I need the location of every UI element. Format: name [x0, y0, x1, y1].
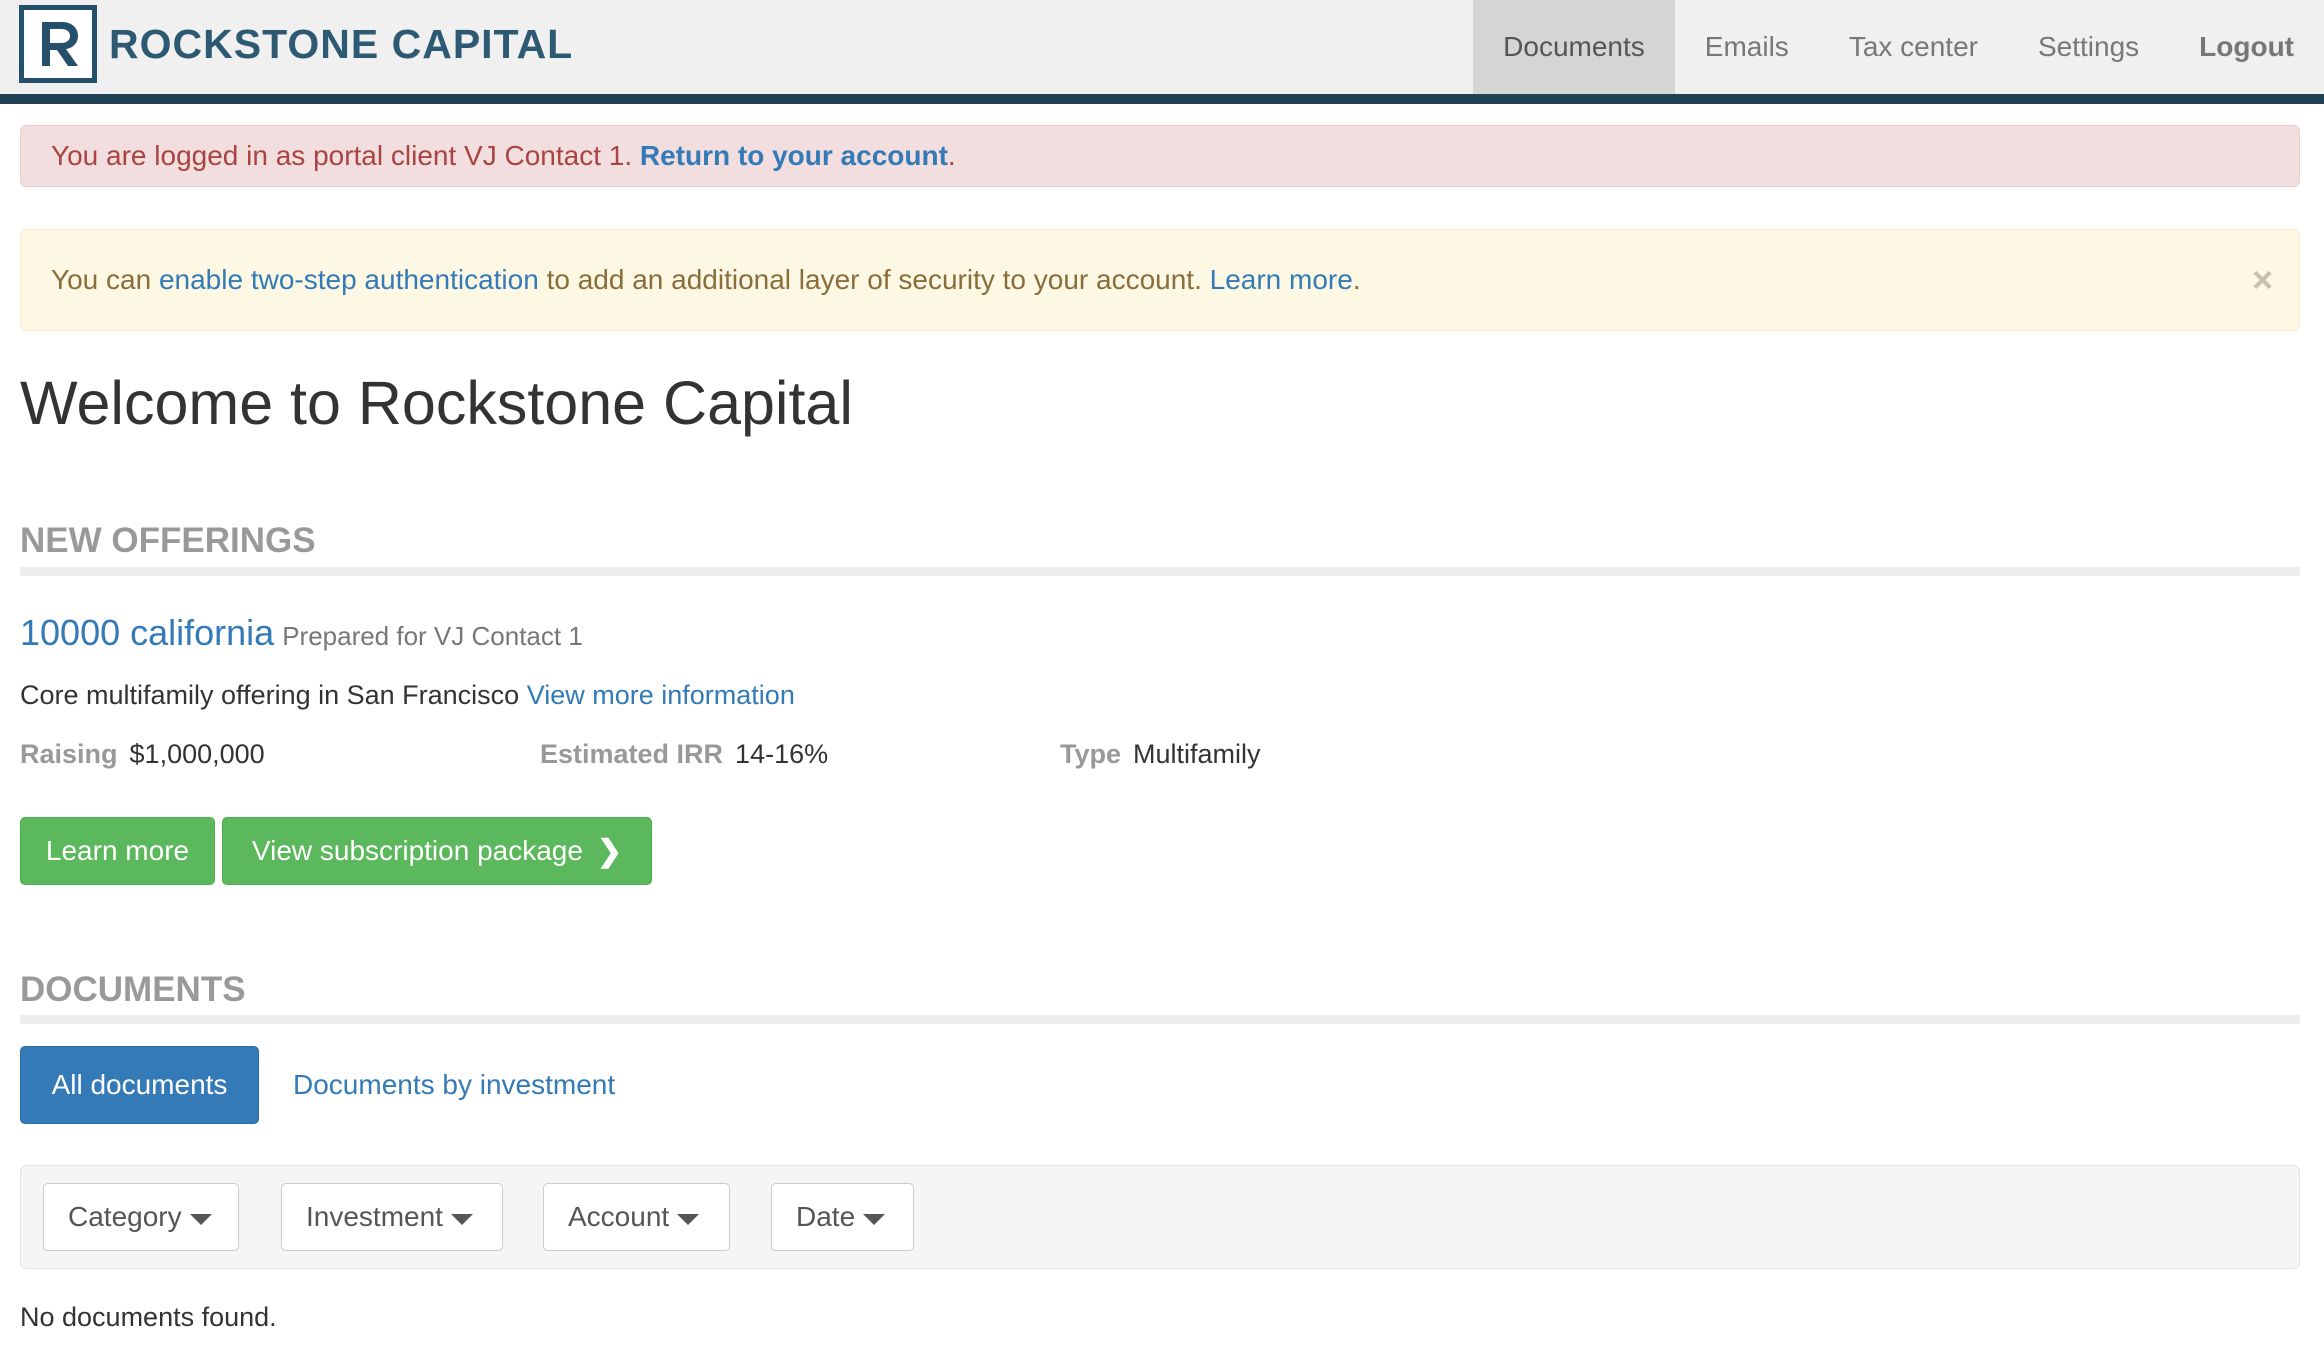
category-filter-label: Category	[68, 1201, 182, 1232]
nav-settings[interactable]: Settings	[2008, 0, 2169, 94]
stat-label: Raising	[20, 739, 118, 769]
stat-value: $1,000,000	[129, 739, 265, 769]
filter-bar: Category Investment Account Date	[20, 1165, 2300, 1269]
tab-all-documents[interactable]: All documents	[20, 1046, 259, 1124]
two-step-middle: to add an additional layer of security t…	[546, 264, 1202, 295]
documents-divider	[20, 1015, 2300, 1024]
enable-two-step-link[interactable]: enable two-step authentication	[159, 264, 539, 296]
two-step-suffix: .	[1352, 264, 1361, 295]
rockstone-logo-icon	[19, 5, 97, 83]
caret-down-icon	[677, 1213, 700, 1225]
brand-name: ROCKSTONE CAPITAL	[109, 20, 574, 67]
two-step-learn-more-link[interactable]: Learn more	[1210, 264, 1353, 296]
subscription-button-label: View subscription package	[251, 835, 583, 866]
caret-down-icon	[450, 1213, 473, 1225]
nav-logout[interactable]: Logout	[2169, 0, 2324, 94]
stat-label: Type	[1060, 739, 1122, 769]
offering-description: Core multifamily offering in San Francis…	[20, 680, 795, 711]
stat-estimated-irr: Estimated IRR 14-16%	[540, 739, 828, 770]
tab-all-documents-label: All documents	[51, 1069, 228, 1100]
offering-name-link[interactable]: 10000 california	[20, 612, 274, 653]
investment-filter[interactable]: Investment	[281, 1183, 503, 1251]
new-offerings-heading: NEW OFFERINGS	[20, 521, 316, 560]
stat-raising: Raising $1,000,000	[20, 739, 265, 770]
date-filter-label: Date	[796, 1201, 856, 1232]
offering-prepared-for: Prepared for VJ Contact 1	[282, 621, 583, 651]
investment-filter-label: Investment	[306, 1201, 443, 1232]
navbar-divider	[0, 94, 2324, 104]
page-title: Welcome to Rockstone Capital	[20, 369, 853, 437]
new-offerings-divider	[20, 567, 2300, 576]
stat-value: Multifamily	[1133, 739, 1261, 769]
view-subscription-package-button[interactable]: View subscription package ❯	[222, 817, 652, 885]
account-filter[interactable]: Account	[543, 1183, 730, 1251]
main-nav: Documents Emails Tax center Settings Log…	[1473, 0, 2324, 94]
two-step-prefix: You can	[51, 264, 152, 295]
account-filter-label: Account	[568, 1201, 670, 1232]
stat-label: Estimated IRR	[540, 739, 724, 769]
documents-heading: DOCUMENTS	[20, 970, 246, 1009]
offering-title: 10000 california Prepared for VJ Contact …	[20, 612, 583, 654]
nav-documents[interactable]: Documents	[1473, 0, 1675, 94]
nav-emails[interactable]: Emails	[1675, 0, 1819, 94]
no-documents-message: No documents found.	[20, 1302, 277, 1332]
top-navbar: ROCKSTONE CAPITAL Documents Emails Tax c…	[0, 0, 2324, 94]
tab-documents-by-investment[interactable]: Documents by investment	[293, 1046, 615, 1124]
offering-description-text: Core multifamily offering in San Francis…	[20, 680, 520, 710]
two-step-alert: You can enable two-step authentication t…	[20, 229, 2300, 331]
impersonation-text: You are logged in as portal client VJ Co…	[51, 140, 633, 171]
nav-tax-center[interactable]: Tax center	[1819, 0, 2008, 94]
chevron-right-icon: ❯	[596, 834, 623, 868]
impersonation-suffix: .	[947, 140, 956, 171]
caret-down-icon	[189, 1213, 212, 1225]
stat-type: Type Multifamily	[1060, 739, 1261, 770]
stat-value: 14-16%	[735, 739, 829, 769]
category-filter[interactable]: Category	[43, 1183, 239, 1251]
caret-down-icon	[863, 1213, 886, 1225]
view-more-information-link[interactable]: View more information	[527, 680, 795, 710]
impersonation-alert: You are logged in as portal client VJ Co…	[20, 125, 2300, 187]
close-icon[interactable]: ×	[2252, 262, 2273, 298]
return-to-account-link[interactable]: Return to your account	[640, 140, 948, 172]
brand[interactable]: ROCKSTONE CAPITAL	[19, 5, 573, 83]
learn-more-button[interactable]: Learn more	[20, 817, 215, 885]
learn-more-button-label: Learn more	[45, 835, 190, 866]
date-filter[interactable]: Date	[771, 1183, 914, 1251]
